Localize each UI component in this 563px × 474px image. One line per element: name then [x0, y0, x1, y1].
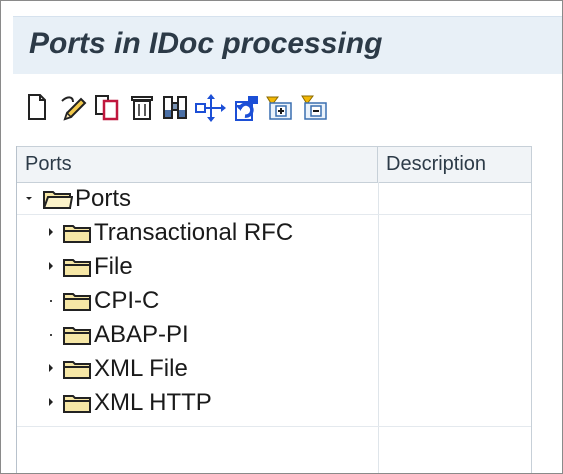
tree-right-edge — [531, 146, 532, 473]
where-used-button[interactable] — [195, 91, 226, 125]
ports-tree: Ports Description Ports Transactional RF… — [16, 146, 532, 473]
column-header-ports[interactable]: Ports — [17, 147, 378, 182]
title-bar: Ports in IDoc processing — [13, 16, 562, 75]
copy-icon — [95, 95, 119, 121]
trash-icon — [131, 96, 153, 120]
row-divider — [17, 426, 532, 427]
tree-node-root[interactable]: Ports — [17, 182, 532, 215]
tree-node-cpi-c[interactable]: CPI-C — [17, 284, 532, 317]
expanded-arrow-icon[interactable] — [23, 191, 35, 205]
leaf-dot-icon — [50, 334, 52, 336]
window-frame: Ports in IDoc processing Ports Descripti… — [0, 0, 563, 474]
expand-icon — [266, 96, 292, 120]
collapsed-arrow-icon[interactable] — [45, 225, 57, 239]
open-folder-icon — [43, 191, 73, 209]
folder-icon — [63, 225, 91, 243]
tree-node-label: Transactional RFC — [94, 219, 294, 246]
collapsed-arrow-icon[interactable] — [45, 361, 57, 375]
collapse-subtree-button[interactable] — [299, 91, 327, 125]
refresh-button[interactable] — [231, 91, 259, 125]
tree-node-transactional-rfc[interactable]: Transactional RFC — [17, 216, 532, 249]
binoculars-icon — [163, 96, 187, 119]
copy-button[interactable] — [93, 91, 121, 125]
folder-icon — [63, 259, 91, 277]
tree-node-abap-pi[interactable]: ABAP-PI — [17, 318, 532, 351]
change-button[interactable] — [59, 91, 87, 125]
tree-node-xml-http[interactable]: XML HTTP — [17, 386, 532, 427]
new-document-icon — [28, 94, 46, 120]
tree-node-label: Ports — [75, 185, 132, 212]
column-header-description[interactable]: Description — [378, 147, 532, 182]
tree-node-file[interactable]: File — [17, 250, 532, 283]
pencil-icon — [61, 96, 87, 121]
create-button[interactable] — [25, 91, 53, 125]
collapsed-arrow-icon[interactable] — [45, 259, 57, 273]
tree-node-label: File — [94, 253, 133, 280]
tree-node-xml-file[interactable]: XML File — [17, 352, 532, 385]
row-divider — [17, 214, 532, 215]
collapsed-arrow-icon[interactable] — [45, 395, 57, 409]
refresh-icon — [235, 96, 258, 121]
delete-button[interactable] — [129, 91, 157, 125]
tree-node-label: XML File — [94, 355, 188, 382]
folder-icon — [63, 395, 91, 413]
top-strip — [1, 1, 562, 16]
folder-icon — [63, 293, 91, 311]
application-toolbar — [13, 74, 562, 142]
network-icon — [195, 94, 226, 122]
folder-icon — [63, 327, 91, 345]
collapse-icon — [301, 95, 327, 120]
tree-header: Ports Description — [17, 146, 532, 183]
leaf-dot-icon — [50, 300, 52, 302]
find-button[interactable] — [161, 91, 189, 125]
tree-node-label: CPI-C — [94, 287, 160, 314]
folder-icon — [63, 361, 91, 379]
tree-node-label: ABAP-PI — [94, 321, 189, 348]
expand-subtree-button[interactable] — [264, 91, 292, 125]
tree-node-label: XML HTTP — [94, 389, 212, 416]
page-title: Ports in IDoc processing — [29, 27, 383, 60]
